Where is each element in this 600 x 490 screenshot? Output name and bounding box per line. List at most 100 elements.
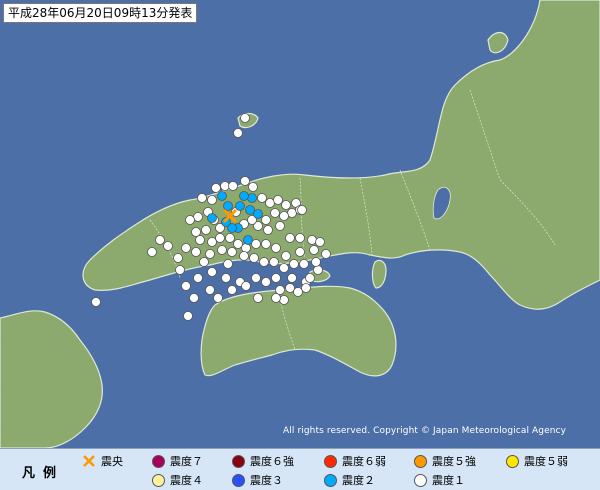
station-intensity-1 [221,273,231,283]
station-intensity-1 [273,195,283,205]
station-intensity-1 [269,257,279,267]
station-intensity-1 [293,287,303,297]
legend-item-label: 震度７ [170,455,203,468]
station-intensity-1 [185,215,195,225]
intensity-1-circle-icon [414,473,427,487]
station-intensity-1 [259,257,269,267]
station-intensity-1 [240,113,250,123]
station-intensity-1 [271,293,281,303]
station-intensity-1 [240,176,250,186]
station-intensity-1 [181,243,191,253]
station-intensity-1 [163,241,173,251]
legend-label: 凡例 [22,466,65,481]
station-intensity-1 [285,283,295,293]
copyright-notice: All rights reserved. Copyright © Japan M… [283,426,566,436]
intensity-6-upper-circle-icon [232,454,245,468]
station-intensity-2 [245,205,255,215]
legend-item-epicenter: 震央 [82,453,123,469]
station-intensity-1 [279,263,289,273]
station-intensity-1 [285,233,295,243]
station-intensity-1 [295,233,305,243]
epicenter-cross-icon [83,455,95,467]
station-intensity-1 [181,281,191,291]
station-intensity-1 [279,295,289,305]
station-intensity-1 [241,243,251,253]
station-intensity-1 [155,235,165,245]
station-intensity-1 [211,183,221,193]
legend-item-label: 震度６弱 [342,455,386,468]
station-intensity-1 [207,267,217,277]
station-intensity-1 [91,297,101,307]
station-intensity-1 [261,215,271,225]
station-intensity-1 [175,265,185,275]
station-intensity-1 [275,285,285,295]
station-intensity-1 [299,259,309,269]
station-intensity-1 [207,195,217,205]
station-intensity-1 [249,253,259,263]
station-intensity-1 [225,233,235,243]
station-intensity-1 [199,257,209,267]
station-intensity-2 [247,193,257,203]
station-intensity-1 [197,193,207,203]
legend-item-intensity-5-lower: 震度５弱 [506,453,568,469]
legend-item-intensity-5-upper: 震度５強 [414,453,476,469]
station-intensity-1 [191,247,201,257]
legend-item-label: 震央 [101,455,123,468]
station-intensity-1 [213,293,223,303]
station-intensity-1 [215,233,225,243]
intensity-2-circle-icon [324,473,337,487]
station-intensity-1 [228,181,238,191]
report-title: 平成28年06月20日09時13分発表 [3,3,198,23]
station-intensity-1 [227,247,237,257]
station-intensity-1 [289,259,299,269]
intensity-7-circle-icon [152,454,165,468]
legend-item-label: 震度４ [170,474,203,487]
legend-item-label: 震度５弱 [524,455,568,468]
station-intensity-2 [243,235,253,245]
station-intensity-1 [321,249,331,259]
legend-item-label: 震度６強 [250,455,294,468]
station-intensity-1 [263,225,273,235]
station-intensity-2 [253,209,263,219]
legend: 凡例 震央 震度７ 震度６強 震度６弱 震度５強 震度５弱 震度４ 震度３ 震度… [0,448,600,490]
station-intensity-1 [205,285,215,295]
station-intensity-1 [251,273,261,283]
station-intensity-1 [270,208,280,218]
station-intensity-1 [189,293,199,303]
intensity-6-lower-circle-icon [324,454,337,468]
station-intensity-1 [307,235,317,245]
legend-item-intensity-6-upper: 震度６強 [232,453,294,469]
station-intensity-1 [193,273,203,283]
station-intensity-2 [207,213,217,223]
station-intensity-1 [233,128,243,138]
station-intensity-1 [205,249,215,259]
station-intensity-1 [313,265,323,275]
station-intensity-1 [261,277,271,287]
station-intensity-1 [253,293,263,303]
station-intensity-1 [147,247,157,257]
station-intensity-1 [257,193,267,203]
station-intensity-1 [271,273,281,283]
station-intensity-2 [235,201,245,211]
station-intensity-1 [223,259,233,269]
station-intensity-1 [305,273,315,283]
seismic-intensity-map [0,0,600,448]
station-intensity-1 [271,243,281,253]
station-intensity-1 [315,237,325,247]
station-intensity-1 [311,257,321,267]
station-intensity-1 [261,239,271,249]
intensity-5-upper-circle-icon [414,454,427,468]
station-intensity-1 [241,281,251,291]
station-intensity-1 [173,253,183,263]
station-intensity-1 [195,235,205,245]
station-intensity-1 [287,273,297,283]
legend-item-intensity-6-lower: 震度６弱 [324,453,386,469]
legend-item-intensity-1: 震度１ [414,472,465,488]
intensity-5-lower-circle-icon [506,454,519,468]
station-intensity-1 [301,283,311,293]
station-intensity-1 [217,245,227,255]
station-intensity-1 [207,237,217,247]
station-intensity-1 [233,239,243,249]
station-intensity-1 [251,239,261,249]
legend-item-intensity-7: 震度７ [152,453,203,469]
